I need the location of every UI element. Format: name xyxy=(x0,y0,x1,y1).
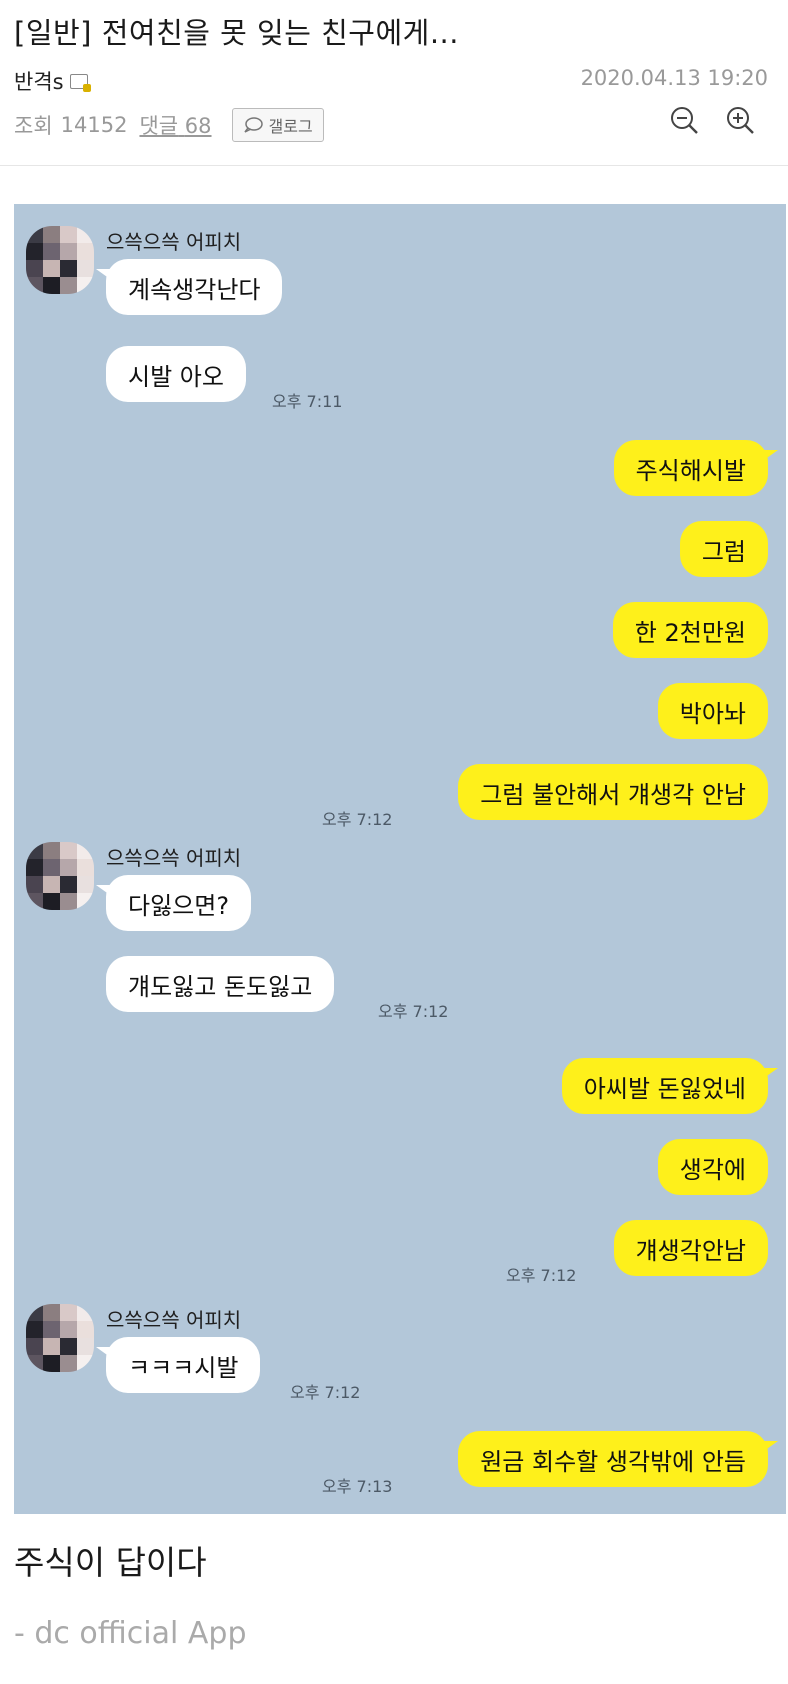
message-bubble-outgoing: 박아놔 xyxy=(657,683,768,739)
views-count: 14152 xyxy=(60,113,128,137)
post-meta: 조회 14152 댓글 68 갤로그 xyxy=(14,108,324,142)
zoom-out-icon[interactable] xyxy=(668,104,700,136)
message-bubble-outgoing: 그럼 불안해서 걔생각 안남 xyxy=(458,764,768,820)
speech-bubble-icon xyxy=(243,117,263,133)
avatar-blurred xyxy=(26,842,94,910)
avatar-blurred xyxy=(26,226,94,294)
author-info[interactable]: 반격s xyxy=(14,66,91,96)
gallog-button[interactable]: 갤로그 xyxy=(231,108,324,142)
avatar-blurred xyxy=(26,1304,94,1372)
message-bubble-outgoing: 생각에 xyxy=(657,1139,768,1195)
chat-screenshot-image: 으쓱으쓱 어피치 계속생각난다 시발 아오 오후 7:11 주식해시발 그럼 한… xyxy=(14,204,786,1514)
message-bubble-outgoing: 걔생각안남 xyxy=(613,1220,768,1276)
sender-name: 으쓱으쓱 어피치 xyxy=(106,1308,242,1332)
message-bubble-outgoing: 그럼 xyxy=(679,521,768,577)
message-bubble-outgoing: 주식해시발 xyxy=(613,440,779,496)
message-time: 오후 7:12 xyxy=(506,1266,577,1285)
message-time: 오후 7:12 xyxy=(322,810,393,829)
zoom-in-icon[interactable] xyxy=(724,104,756,136)
message-bubble-outgoing: 아씨발 돈잃었네 xyxy=(561,1058,779,1114)
message-bubble-incoming: 걔도잃고 돈도잃고 xyxy=(106,956,335,1012)
header-divider xyxy=(0,165,788,166)
message-bubble-incoming: 다잃으면? xyxy=(95,875,252,931)
author-name[interactable]: 반격s xyxy=(14,66,64,96)
message-time: 오후 7:11 xyxy=(272,392,343,411)
sender-name: 으쓱으쓱 어피치 xyxy=(106,230,242,254)
message-bubble-incoming: 계속생각난다 xyxy=(95,259,283,315)
message-bubble-incoming: 시발 아오 xyxy=(106,346,246,402)
message-time: 오후 7:12 xyxy=(290,1383,361,1402)
gallog-label: 갤로그 xyxy=(268,117,313,136)
message-bubble-outgoing: 원금 회수할 생각밖에 안듬 xyxy=(458,1431,778,1487)
app-signature: - dc official App xyxy=(14,1616,247,1651)
comments-count: 68 xyxy=(184,114,212,138)
message-time: 오후 7:12 xyxy=(378,1002,449,1021)
sender-name: 으쓱으쓱 어피치 xyxy=(106,846,242,870)
post-body-text: 주식이 답이다 xyxy=(14,1543,207,1582)
message-bubble-outgoing: 한 2천만원 xyxy=(612,602,768,658)
comments-link[interactable]: 댓글 68 xyxy=(139,110,211,140)
comments-label: 댓글 xyxy=(139,114,179,138)
views-label: 조회 xyxy=(14,114,53,138)
post-title: [일반] 전여친을 못 잊는 친구에게... xyxy=(14,16,459,50)
message-time: 오후 7:13 xyxy=(322,1477,393,1496)
message-bubble-incoming: ㅋㅋㅋ시발 xyxy=(95,1337,261,1393)
post-date: 2020.04.13 19:20 xyxy=(580,66,768,90)
fixed-nick-badge-icon xyxy=(69,73,91,92)
